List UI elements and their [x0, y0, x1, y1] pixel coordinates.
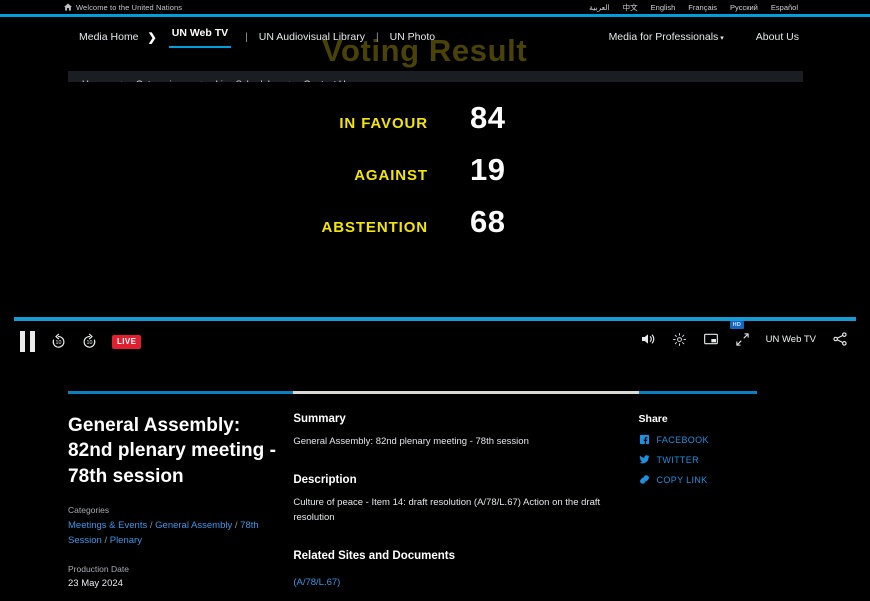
video-player-controls: 10 10 LIVE HD UN Web TV — [0, 311, 870, 371]
details-main-column: General Assembly: 82nd plenary meeting -… — [68, 391, 306, 601]
hd-quality-badge: HD — [729, 320, 745, 329]
lang-link-arabic[interactable]: العربية — [589, 3, 610, 12]
summary-text: General Assembly: 82nd plenary meeting -… — [293, 436, 529, 447]
category-separator: / — [232, 519, 241, 531]
vote-label-abstention: ABSTENTION — [321, 219, 428, 236]
vote-row: ABSTENTION 68 — [290, 204, 550, 240]
nav-media-home[interactable]: Media Home — [76, 31, 142, 43]
lang-link-french[interactable]: Français — [688, 3, 717, 12]
vote-label-in-favour: IN FAVOUR — [339, 115, 428, 132]
nav-media-for-professionals[interactable]: Media for Professionals ▾ — [606, 31, 727, 43]
forward-10-button[interactable]: 10 — [81, 333, 98, 350]
settings-button[interactable]: HD — [672, 320, 745, 347]
welcome-text: Welcome to the United Nations — [76, 2, 183, 12]
vote-label-against: AGAINST — [354, 167, 428, 184]
svg-text:10: 10 — [56, 340, 62, 346]
share-copy-link-button[interactable]: COPY LINK — [639, 474, 802, 485]
category-link-meetings-events[interactable]: Meetings & Events — [68, 520, 147, 531]
description-heading: Description — [293, 474, 357, 487]
live-badge[interactable]: LIVE — [112, 334, 142, 349]
share-facebook-button[interactable]: FACEBOOK — [639, 434, 802, 445]
link-icon — [639, 475, 649, 484]
picture-in-picture-icon — [703, 333, 718, 345]
details-middle-column: Summary General Assembly: 82nd plenary m… — [293, 391, 655, 601]
chevron-down-icon: ▾ — [720, 35, 724, 42]
share-button[interactable] — [832, 331, 848, 347]
twitter-icon — [638, 455, 650, 464]
vote-count-against: 19 — [470, 152, 506, 187]
pause-icon — [20, 331, 36, 352]
share-icon — [833, 332, 847, 346]
pause-button[interactable] — [20, 331, 36, 352]
category-separator: / — [147, 519, 156, 531]
home-icon — [64, 3, 72, 11]
share-heading: Share — [638, 413, 668, 425]
video-stage[interactable]: IN FAVOUR 84 AGAINST 19 ABSTENTION 68 — [0, 82, 870, 311]
svg-text:10: 10 — [87, 340, 93, 346]
player-controls-right: HD UN Web TV — [640, 320, 848, 347]
vote-row: IN FAVOUR 84 — [290, 100, 550, 136]
lang-link-russian[interactable]: Русский — [730, 3, 758, 12]
nav-un-photo[interactable]: UN Photo — [387, 31, 439, 43]
lang-link-chinese[interactable]: 中文 — [623, 2, 638, 13]
picture-in-picture-button[interactable] — [703, 331, 719, 347]
voting-result-panel: IN FAVOUR 84 AGAINST 19 ABSTENTION 68 — [290, 100, 550, 256]
volume-icon — [641, 334, 654, 344]
category-link-general-assembly[interactable]: General Assembly — [155, 520, 232, 531]
share-facebook-label: FACEBOOK — [656, 434, 709, 445]
fullscreen-icon — [736, 332, 749, 346]
video-details: General Assembly: 82nd plenary meeting -… — [0, 391, 870, 601]
facebook-icon — [639, 434, 649, 445]
category-separator: / — [101, 534, 110, 546]
vote-count-abstention: 68 — [470, 204, 506, 239]
lang-link-english[interactable]: English — [651, 3, 676, 12]
related-sites-heading: Related Sites and Documents — [293, 549, 456, 562]
nav-media-for-professionals-label: Media for Professionals — [608, 31, 719, 43]
categories-list: Meetings & Events / General Assembly / 7… — [68, 519, 282, 548]
vote-count-in-favour: 84 — [470, 100, 506, 135]
fullscreen-button[interactable] — [735, 332, 750, 347]
share-copy-link-label: COPY LINK — [656, 474, 708, 485]
category-link-plenary[interactable]: Plenary — [110, 535, 142, 546]
share-twitter-button[interactable]: TWITTER — [638, 454, 802, 465]
page-title: General Assembly: 82nd plenary meeting -… — [68, 415, 277, 487]
description-text: Culture of peace - Item 14: draft resolu… — [293, 497, 601, 523]
nav-separator: | — [245, 31, 248, 43]
production-date-value: 23 May 2024 — [68, 578, 123, 590]
volume-button[interactable] — [640, 331, 656, 347]
nav-separator: | — [375, 31, 379, 43]
welcome-home-link[interactable]: Welcome to the United Nations — [64, 3, 182, 12]
gear-icon — [672, 332, 686, 346]
lang-link-spanish[interactable]: Español — [771, 3, 798, 12]
nav-un-audiovisual-library[interactable]: UN Audiovisual Library — [256, 31, 368, 43]
related-document-link[interactable]: (A/78/L.67) — [293, 577, 340, 588]
language-switcher: العربية 中文 English Français Русский Espa… — [589, 2, 798, 13]
production-date-label: Production Date — [68, 564, 129, 575]
summary-heading: Summary — [293, 413, 346, 425]
primary-navigation: Media Home ❯ UN Web TV | UN Audiovisual … — [0, 17, 870, 57]
rewind-10-icon: 10 — [52, 333, 65, 348]
masthead: Voting Result Media Home ❯ UN Web TV | U… — [0, 17, 870, 82]
nav-about-us[interactable]: About Us — [753, 31, 802, 43]
secondary-navigation: Home | Categories▾ | Live Schedule | Con… — [68, 71, 803, 82]
nav-un-web-tv[interactable]: UN Web TV — [168, 27, 232, 48]
channel-label: UN Web TV — [765, 333, 816, 345]
rewind-10-button[interactable]: 10 — [50, 333, 67, 350]
player-controls-left: 10 10 LIVE — [20, 331, 142, 352]
forward-10-icon: 10 — [83, 333, 96, 348]
share-twitter-label: TWITTER — [656, 454, 699, 465]
vote-row: AGAINST 19 — [290, 152, 550, 188]
categories-label: Categories — [68, 504, 110, 515]
chevron-right-icon: ❯ — [147, 31, 157, 44]
details-share-column: Share FACEBOOK TWITTER COPY LINK — [638, 391, 802, 601]
welcome-bar: Welcome to the United Nations العربية 中文… — [0, 0, 870, 14]
